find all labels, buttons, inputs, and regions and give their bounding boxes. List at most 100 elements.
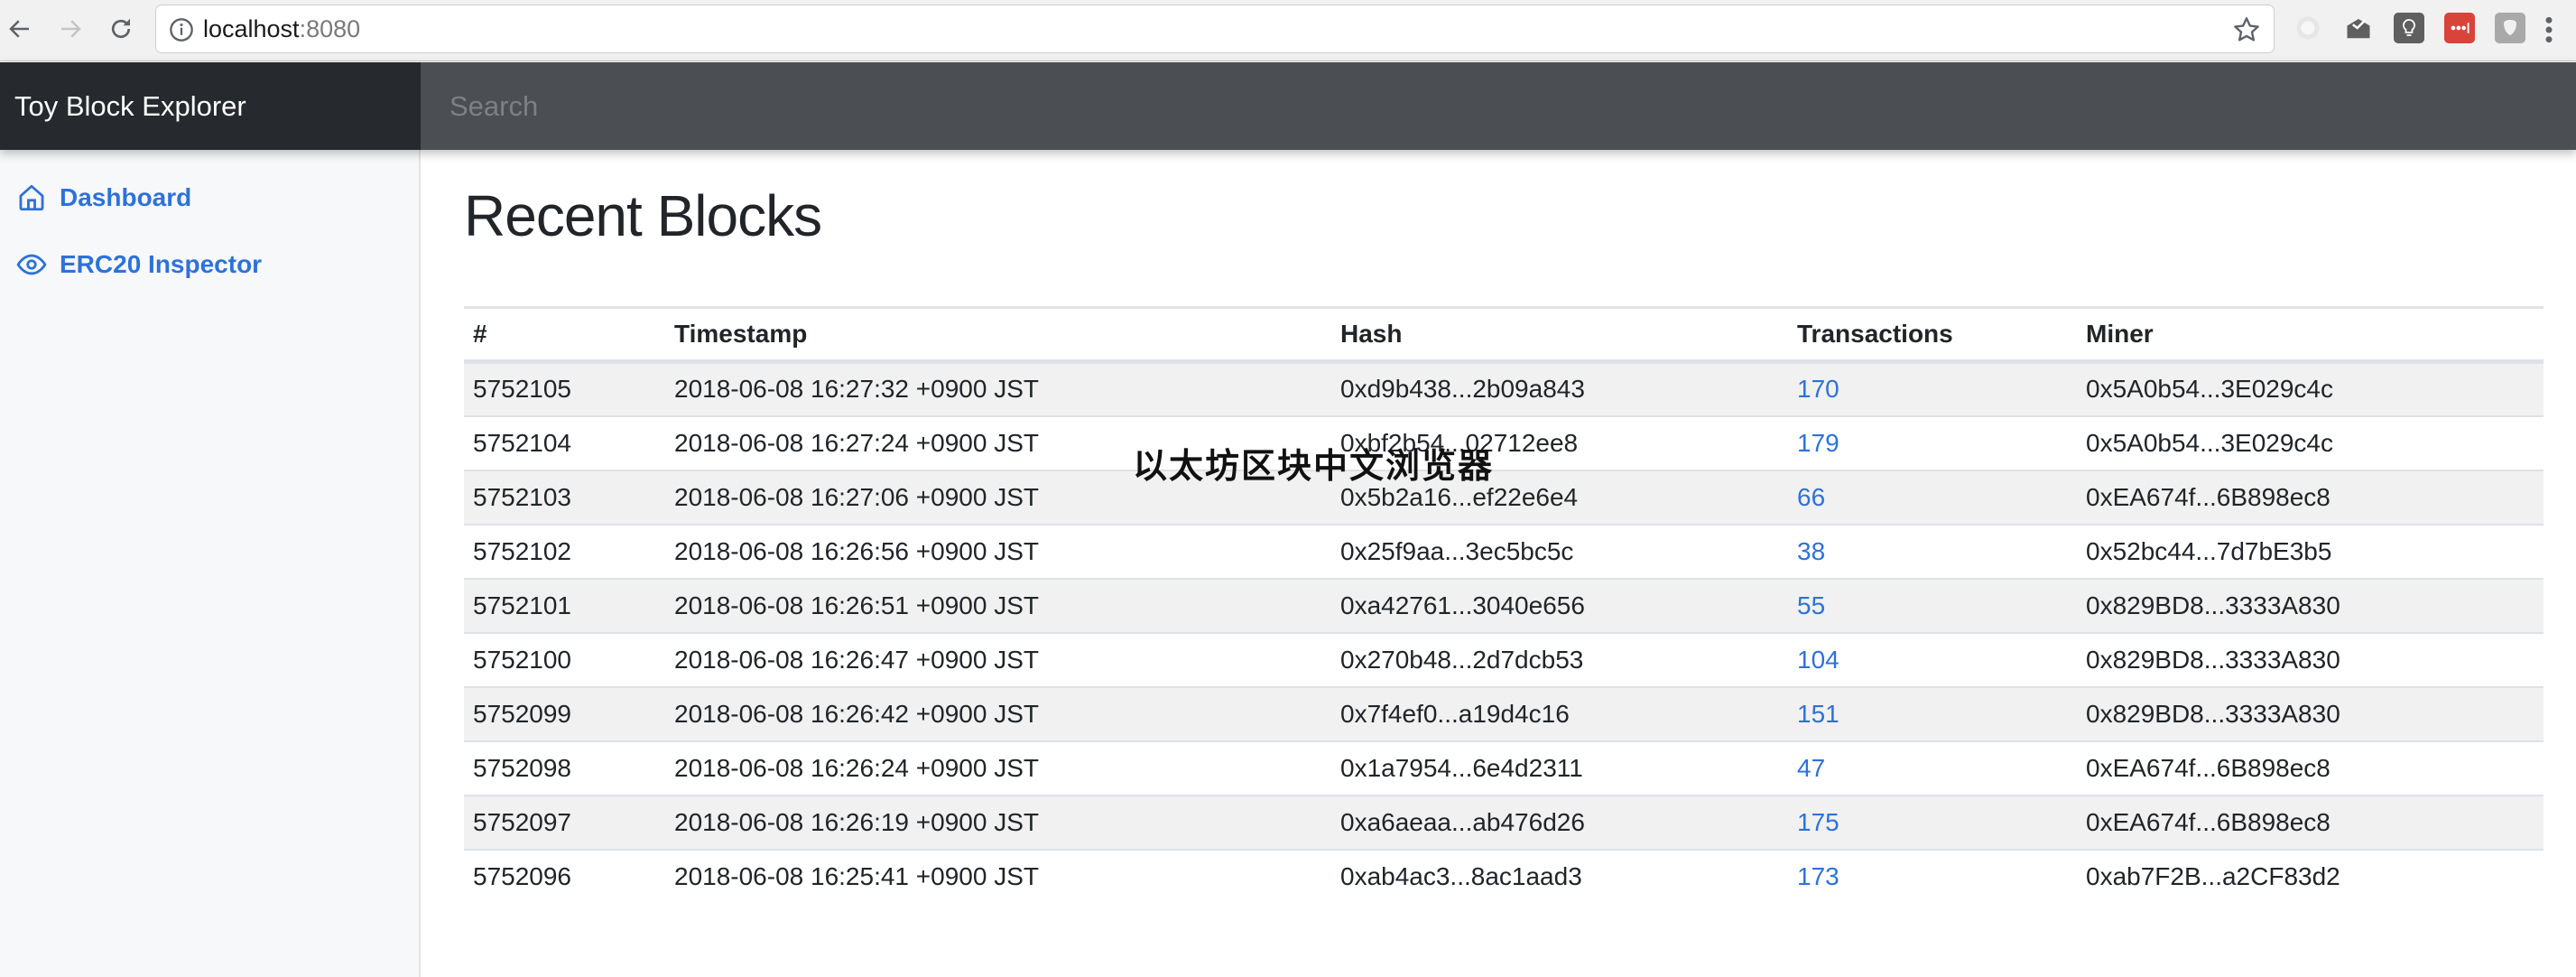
timestamp-cell: 2018-06-08 16:26:47 +0900 JST xyxy=(665,631,1331,687)
timestamp-cell: 2018-06-08 16:26:56 +0900 JST xyxy=(665,523,1331,579)
hash-cell: 0xa42761...3040e656 xyxy=(1331,577,1788,633)
miner-cell: 0xEA674f...6B898ec8 xyxy=(2077,794,2544,850)
transactions-link[interactable]: 47 xyxy=(1797,754,1825,782)
transactions-link[interactable]: 151 xyxy=(1797,700,1839,728)
table-body: 5752105 2018-06-08 16:27:32 +0900 JST 0xd9… xyxy=(464,361,2544,904)
block-number-cell: 5752101 xyxy=(464,577,665,633)
hash-cell: 0x5b2a16...ef22e6e4 xyxy=(1331,469,1788,525)
hash-cell: 0x25f9aa...3ec5bc5c xyxy=(1331,523,1788,579)
timestamp-cell: 2018-06-08 16:25:41 +0900 JST xyxy=(665,848,1331,904)
block-number-cell: 5752102 xyxy=(464,523,665,579)
transactions-cell[interactable]: 55 xyxy=(1788,577,2077,633)
column-header-transactions: Transactions xyxy=(1788,306,2077,364)
hash-cell: 0x1a7954...6e4d2311 xyxy=(1331,740,1788,796)
hash-cell: 0xbf2b54...02712ee8 xyxy=(1331,414,1788,470)
table-row: 5752097 2018-06-08 16:26:19 +0900 JST 0xa6… xyxy=(464,794,2544,850)
table-row: 5752099 2018-06-08 16:26:42 +0900 JST 0x7f… xyxy=(464,685,2544,741)
search-input[interactable] xyxy=(421,62,2576,150)
miner-cell: 0x5A0b54...3E029c4c xyxy=(2077,361,2544,416)
transactions-cell[interactable]: 170 xyxy=(1788,361,2077,416)
transactions-cell[interactable]: 173 xyxy=(1788,848,2077,904)
timestamp-cell: 2018-06-08 16:27:32 +0900 JST xyxy=(665,361,1331,416)
lastpass-icon[interactable] xyxy=(2444,13,2475,43)
transactions-link[interactable]: 179 xyxy=(1797,429,1839,457)
sync-extension-icon[interactable] xyxy=(2293,13,2323,43)
info-icon[interactable] xyxy=(169,17,194,42)
back-button[interactable] xyxy=(4,13,36,45)
block-number-cell: 5752097 xyxy=(464,794,665,850)
arrow-right-icon xyxy=(61,20,81,38)
table-row: 5752096 2018-06-08 16:25:41 +0900 JST 0xab… xyxy=(464,848,2544,904)
hash-cell: 0xab4ac3...8ac1aad3 xyxy=(1331,848,1788,904)
transactions-cell[interactable]: 179 xyxy=(1788,414,2077,470)
miner-cell: 0x52bc44...7d7bE3b5 xyxy=(2077,523,2544,579)
transactions-link[interactable]: 104 xyxy=(1797,646,1839,674)
transactions-cell[interactable]: 151 xyxy=(1788,685,2077,741)
timestamp-cell: 2018-06-08 16:26:42 +0900 JST xyxy=(665,685,1331,741)
url-host: localhost xyxy=(203,15,300,42)
sidebar-item-label: Dashboard xyxy=(60,183,192,211)
sidebar: Dashboard ERC20 Inspector xyxy=(0,150,421,977)
transactions-link[interactable]: 38 xyxy=(1797,537,1825,565)
table-row: 5752103 2018-06-08 16:27:06 +0900 JST 0x5b… xyxy=(464,469,2544,525)
miner-cell: 0x829BD8...3333A830 xyxy=(2077,685,2544,741)
table-row: 5752102 2018-06-08 16:26:56 +0900 JST 0x25… xyxy=(464,523,2544,579)
transactions-cell[interactable]: 66 xyxy=(1788,469,2077,525)
transactions-link[interactable]: 173 xyxy=(1797,862,1839,890)
column-header-miner: Miner xyxy=(2077,306,2544,364)
home-icon xyxy=(19,184,44,211)
transactions-link[interactable]: 175 xyxy=(1797,808,1839,836)
block-number-cell: 5752105 xyxy=(464,361,665,416)
browser-menu-icon[interactable] xyxy=(2543,15,2555,44)
sidebar-item-erc20-inspector[interactable]: ERC20 Inspector xyxy=(16,245,262,284)
block-number-cell: 5752100 xyxy=(464,631,665,687)
url-port: :8080 xyxy=(299,15,361,42)
transactions-cell[interactable]: 38 xyxy=(1788,523,2077,579)
sidebar-item-dashboard[interactable]: Dashboard xyxy=(16,178,191,218)
shield-extension-icon[interactable] xyxy=(2495,13,2525,43)
column-header-number: # xyxy=(464,306,665,364)
brand-logo[interactable]: Toy Block Explorer xyxy=(0,62,421,150)
main-content: Recent Blocks # Timestamp Hash Transacti… xyxy=(421,150,2576,977)
column-header-hash: Hash xyxy=(1331,306,1788,364)
block-number-cell: 5752096 xyxy=(464,848,665,904)
arrow-left-icon xyxy=(9,20,29,38)
table-row: 5752098 2018-06-08 16:26:24 +0900 JST 0x1a… xyxy=(464,740,2544,796)
miner-cell: 0xab7F2B...a2CF83d2 xyxy=(2077,848,2544,904)
bookmark-star-icon[interactable] xyxy=(2232,15,2261,44)
timestamp-cell: 2018-06-08 16:26:24 +0900 JST xyxy=(665,740,1331,796)
hash-cell: 0xd9b438...2b09a843 xyxy=(1331,361,1788,416)
block-number-cell: 5752103 xyxy=(464,469,665,525)
sidebar-item-label: ERC20 Inspector xyxy=(60,250,263,278)
transactions-cell[interactable]: 47 xyxy=(1788,740,2077,796)
table-header-row: # Timestamp Hash Transactions Miner xyxy=(464,306,2544,364)
transactions-link[interactable]: 55 xyxy=(1797,591,1825,619)
reload-icon xyxy=(111,18,131,39)
reload-button[interactable] xyxy=(105,13,137,45)
miner-cell: 0xEA674f...6B898ec8 xyxy=(2077,740,2544,796)
table-row: 5752101 2018-06-08 16:26:51 +0900 JST 0xa4… xyxy=(464,577,2544,633)
lightbulb-note-icon[interactable] xyxy=(2394,13,2424,43)
transactions-link[interactable]: 170 xyxy=(1797,375,1839,403)
address-bar[interactable]: localhost:8080 xyxy=(155,5,2275,53)
timestamp-cell: 2018-06-08 16:26:19 +0900 JST xyxy=(665,794,1331,850)
timestamp-cell: 2018-06-08 16:27:06 +0900 JST xyxy=(665,469,1331,525)
forward-button[interactable] xyxy=(54,13,87,45)
hash-cell: 0x270b48...2d7dcb53 xyxy=(1331,631,1788,687)
url-text[interactable]: localhost:8080 xyxy=(203,15,360,43)
hash-cell: 0xa6aeaa...ab476d26 xyxy=(1331,794,1788,850)
recent-blocks-table: # Timestamp Hash Transactions Miner 5752… xyxy=(464,306,2544,904)
timestamp-cell: 2018-06-08 16:27:24 +0900 JST xyxy=(665,414,1331,470)
page-title: Recent Blocks xyxy=(464,183,822,248)
table-row: 5752105 2018-06-08 16:27:32 +0900 JST 0xd9… xyxy=(464,361,2544,416)
block-number-cell: 5752104 xyxy=(464,414,665,470)
inbox-checkmark-icon[interactable] xyxy=(2343,13,2374,43)
miner-cell: 0x829BD8...3333A830 xyxy=(2077,577,2544,633)
miner-cell: 0x5A0b54...3E029c4c xyxy=(2077,414,2544,470)
transactions-link[interactable]: 66 xyxy=(1797,483,1825,511)
transactions-cell[interactable]: 175 xyxy=(1788,794,2077,850)
transactions-cell[interactable]: 104 xyxy=(1788,631,2077,687)
eye-icon xyxy=(16,254,47,275)
hash-cell: 0x7f4ef0...a19d4c16 xyxy=(1331,685,1788,741)
column-header-timestamp: Timestamp xyxy=(665,306,1331,364)
